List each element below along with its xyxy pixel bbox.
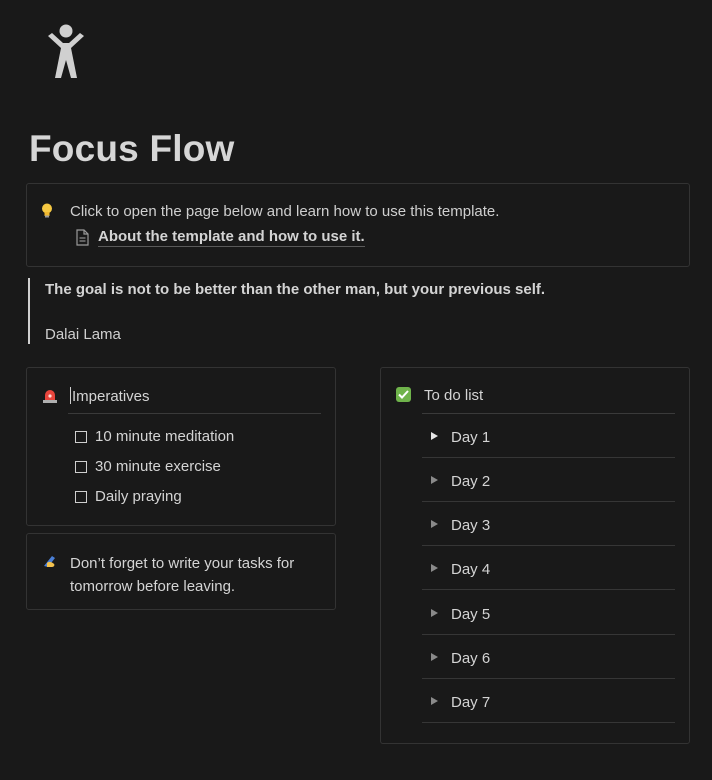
imperatives-heading-label: Imperatives [72,388,150,405]
toggle-day-7[interactable]: Day 7 [422,679,675,723]
toggle-day-4[interactable]: Day 4 [422,546,675,590]
writing-hand-icon [42,553,58,571]
page-title: Focus Flow [29,128,235,169]
toggle-label: Day 3 [451,517,491,534]
reminder-line: tomorrow before leaving. [70,578,236,595]
checkbox[interactable] [75,460,87,473]
toggle-label: Day 5 [451,606,491,623]
todo-item-label: 30 minute exercise [95,458,221,475]
template-guide-link[interactable]: About the template and how to use it. [75,228,365,247]
green-checkmark-icon [396,387,411,402]
heading-divider [68,413,321,414]
checkbox[interactable] [75,430,87,443]
todo-item[interactable]: 30 minute exercise [75,458,221,475]
toggle-day-6[interactable]: Day 6 [422,635,675,679]
toggle-day-5[interactable]: Day 5 [422,591,675,635]
toggle-day-1[interactable]: Day 1 [422,414,675,458]
toggle-label: Day 7 [451,694,491,711]
imperatives-heading[interactable]: Imperatives [70,387,150,405]
document-icon [76,229,89,246]
intro-text: Click to open the page below and learn h… [70,203,500,220]
toggle-label: Day 4 [451,561,491,578]
todo-list-heading: To do list [424,387,484,404]
quote-block: The goal is not to be better than the ot… [28,278,668,344]
todo-list-callout: To do list Day 1 Day 2 Day 3 Day 4 Day 5… [380,367,690,744]
triangle-right-icon[interactable] [431,520,438,528]
todo-item-label: Daily praying [95,488,182,505]
triangle-right-icon[interactable] [431,476,438,484]
siren-icon [42,388,58,406]
accessibility-person-icon [48,24,84,78]
triangle-right-icon[interactable] [431,697,438,705]
checkbox[interactable] [75,490,87,503]
triangle-right-icon[interactable] [431,609,438,617]
triangle-right-icon[interactable] [431,432,438,440]
reminder-line: Don’t forget to write your tasks for [70,555,295,572]
imperatives-callout: Imperatives 10 minute meditation 30 minu… [26,367,336,526]
quote-author: Dalai Lama [45,326,121,343]
toggle-day-2[interactable]: Day 2 [422,458,675,502]
triangle-right-icon[interactable] [431,564,438,572]
toggle-day-3[interactable]: Day 3 [422,502,675,546]
reminder-text: Don’t forget to write your tasks for tom… [70,552,320,598]
todo-item-label: 10 minute meditation [95,428,235,445]
reminder-callout: Don’t forget to write your tasks for tom… [26,533,336,610]
todo-item[interactable]: Daily praying [75,488,182,505]
todo-item[interactable]: 10 minute meditation [75,428,234,445]
lightbulb-icon [41,203,53,221]
template-guide-link-label[interactable]: About the template and how to use it. [98,228,365,247]
intro-callout: Click to open the page below and learn h… [26,183,690,267]
triangle-right-icon[interactable] [431,653,438,661]
toggle-label: Day 1 [451,429,491,446]
text-cursor [70,387,71,404]
toggle-label: Day 6 [451,650,491,667]
toggle-label: Day 2 [451,473,491,490]
quote-text: The goal is not to be better than the ot… [45,281,546,298]
